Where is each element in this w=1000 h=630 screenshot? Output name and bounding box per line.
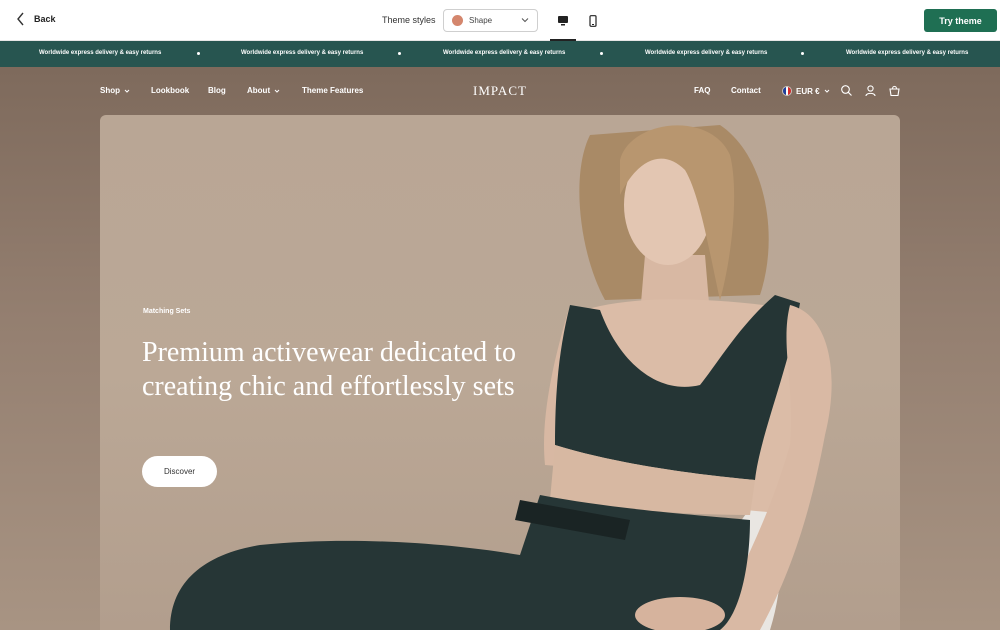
account-icon[interactable] <box>864 84 877 97</box>
separator-dot <box>801 52 804 55</box>
chevron-down-icon <box>274 89 280 93</box>
announcement-item: Worldwide express delivery & easy return… <box>241 50 364 56</box>
separator-dot <box>398 52 401 55</box>
theme-style-select[interactable]: Shape <box>443 9 538 32</box>
editor-toolbar: Back Theme styles Shape Try theme <box>0 0 1000 41</box>
store-logo[interactable]: IMPACT <box>473 83 527 99</box>
back-button[interactable]: Back <box>16 12 56 26</box>
try-theme-button[interactable]: Try theme <box>924 9 997 32</box>
search-icon[interactable] <box>840 84 853 97</box>
mobile-icon <box>589 15 597 27</box>
france-flag-icon <box>782 86 792 96</box>
chevron-down-icon <box>124 89 130 93</box>
nav-contact[interactable]: Contact <box>731 86 761 95</box>
back-label: Back <box>34 14 56 24</box>
currency-selector[interactable]: EUR € <box>782 86 830 96</box>
theme-styles-label: Theme styles <box>382 15 436 25</box>
announcement-bar: Worldwide express delivery & easy return… <box>0 41 1000 67</box>
announcement-item: Worldwide express delivery & easy return… <box>443 50 566 56</box>
desktop-preview-button[interactable] <box>550 10 576 41</box>
separator-dot <box>600 52 603 55</box>
nav-theme-features[interactable]: Theme Features <box>302 86 363 95</box>
nav-about-label: About <box>247 86 271 95</box>
nav-shop[interactable]: Shop <box>100 86 130 95</box>
announcement-item: Worldwide express delivery & easy return… <box>846 50 969 56</box>
currency-label: EUR € <box>796 86 820 96</box>
nav-shop-label: Shop <box>100 86 120 95</box>
separator-dot <box>197 52 200 55</box>
nav-blog[interactable]: Blog <box>208 86 226 95</box>
hero-headline: Premium activewear dedicated to creating… <box>142 337 516 402</box>
discover-button[interactable]: Discover <box>142 456 217 487</box>
mobile-preview-button[interactable] <box>580 10 606 32</box>
chevron-down-icon <box>521 18 529 23</box>
desktop-icon <box>558 16 568 26</box>
cart-icon[interactable] <box>888 84 901 97</box>
nav-about[interactable]: About <box>247 86 280 95</box>
hero-eyebrow: Matching Sets <box>143 308 191 315</box>
announcement-item: Worldwide express delivery & easy return… <box>39 50 162 56</box>
announcement-item: Worldwide express delivery & easy return… <box>645 50 768 56</box>
style-select-value: Shape <box>469 16 493 25</box>
nav-lookbook[interactable]: Lookbook <box>151 86 189 95</box>
chevron-left-icon <box>17 12 24 26</box>
nav-faq[interactable]: FAQ <box>694 86 710 95</box>
chevron-down-icon <box>824 89 829 93</box>
style-swatch <box>452 15 463 26</box>
